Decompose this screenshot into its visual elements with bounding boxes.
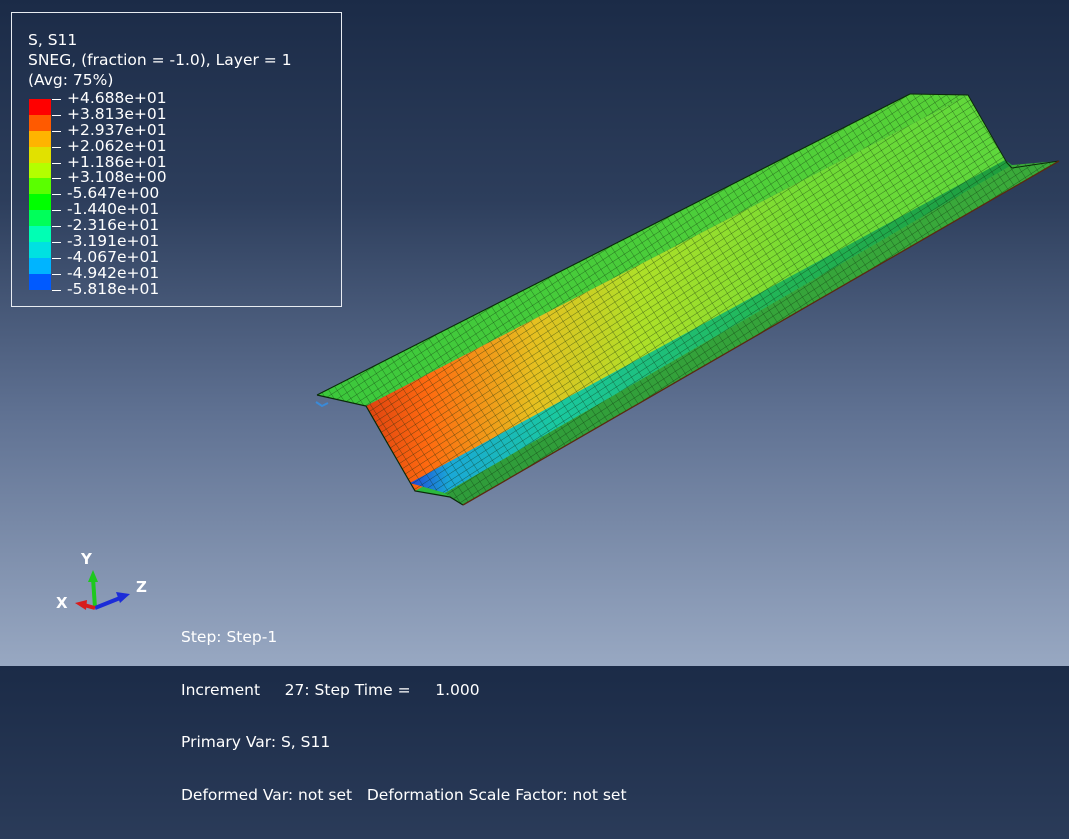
model-viewport[interactable]: S, S11 SNEG, (fraction = -1.0), Layer = … xyxy=(0,0,1069,803)
legend-swatch xyxy=(29,273,51,290)
primary-var-info-line: Primary Var: S, S11 xyxy=(181,733,331,751)
legend-title-averaging: (Avg: 75%) xyxy=(28,71,114,89)
legend-swatch xyxy=(29,242,51,258)
contour-legend: S, S11 SNEG, (fraction = -1.0), Layer = … xyxy=(11,12,342,307)
legend-swatch xyxy=(29,99,51,115)
legend-swatch xyxy=(29,146,51,163)
legend-swatch xyxy=(29,162,51,179)
legend-title-variable: S, S11 xyxy=(28,31,78,49)
step-info-block: Step: Step-1 Increment 27: Step Time = 1… xyxy=(181,594,627,839)
deformed-var-info-line: Deformed Var: not set Deformation Scale … xyxy=(181,785,627,804)
triad-label-z: Z xyxy=(136,578,147,596)
view-triad: Y Z X xyxy=(52,550,162,620)
legend-title-section: SNEG, (fraction = -1.0), Layer = 1 xyxy=(28,51,292,69)
legend-swatch xyxy=(29,178,51,195)
legend-values: +4.688e+01 +3.813e+01 +2.937e+01 +2.062e+01… xyxy=(52,90,167,298)
legend-color-bar xyxy=(29,99,51,290)
legend-swatch xyxy=(29,210,51,227)
legend-swatch xyxy=(29,226,51,243)
triad-label-x: X xyxy=(56,594,68,612)
legend-swatch xyxy=(29,194,51,211)
legend-value: -5.818e+01 xyxy=(52,281,167,298)
legend-swatch xyxy=(29,114,51,131)
triad-label-y: Y xyxy=(81,550,92,568)
legend-swatch xyxy=(29,257,51,274)
increment-info-line: Increment 27: Step Time = 1.000 xyxy=(181,680,480,699)
legend-swatch xyxy=(29,130,51,147)
step-info-line: Step: Step-1 xyxy=(181,628,278,646)
